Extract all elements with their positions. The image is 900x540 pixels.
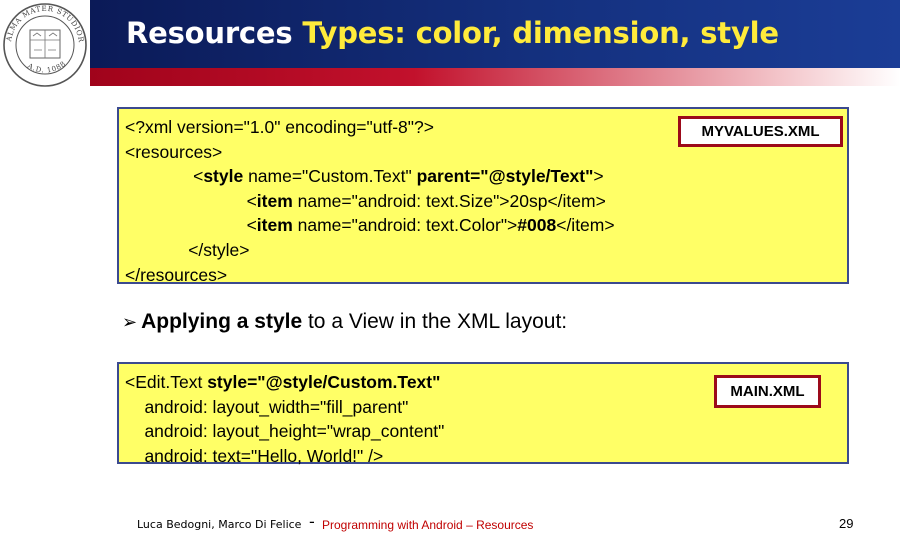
code-line: <style name="Custom.Text" parent="@style… [125, 164, 847, 189]
myvalues-file-label: MYVALUES.XML [678, 116, 843, 147]
code-keyword: style="@style/Custom.Text" [207, 372, 441, 392]
university-seal-logo: ALMA MATER STUDIORUM A.D. 1088 [0, 0, 90, 90]
code-text: name="android: text.Size">20sp</item> [292, 190, 606, 211]
code-text: > [593, 166, 604, 187]
code-text: name="android: text.Color"> [292, 215, 518, 236]
slide-title: Resources Types: color, dimension, style [126, 16, 779, 50]
code-text: android: text="Hello, World!" /> [125, 445, 384, 466]
code-text: </item> [556, 215, 615, 236]
code-text: </style> [125, 239, 250, 260]
code-text: <Edit.Text [125, 372, 208, 392]
code-text: android: layout_width="fill_parent" [125, 396, 409, 417]
code-text: <resources> [125, 141, 223, 162]
code-text: </resources> [125, 264, 228, 285]
code-line: android: layout_height="wrap_content" [125, 419, 847, 444]
main-xml-file-label: MAIN.XML [714, 375, 821, 408]
footer-course-title: Programming with Android – Resources [322, 518, 534, 532]
code-text: < [246, 190, 257, 211]
code-keyword: item [256, 190, 293, 211]
code-line: </style> [125, 238, 847, 263]
title-part-white: Resources [126, 16, 303, 50]
footer-authors: Luca Bedogni, Marco Di Felice [137, 518, 302, 531]
code-text: <?xml version="1.0" encoding="utf-8"?> [125, 117, 434, 137]
code-text: < [193, 166, 204, 187]
bullet-point: ➢ Applying a style to a View in the XML l… [122, 310, 567, 334]
bullet-text: to a View in the XML layout: [302, 310, 568, 333]
code-line: </resources> [125, 263, 847, 288]
code-keyword: style [203, 166, 244, 187]
code-keyword: parent="@style/Text" [416, 166, 594, 187]
footer-separator: - [309, 512, 315, 531]
code-line: <item name="android: text.Size">20sp</it… [125, 189, 847, 214]
page-number: 29 [839, 516, 854, 531]
title-accent-bar [90, 68, 900, 86]
code-text: < [246, 215, 257, 236]
code-keyword: #008 [517, 215, 557, 236]
bullet-bold-text: Applying a style [141, 310, 303, 333]
code-keyword: item [256, 215, 293, 236]
code-text: name="Custom.Text" [243, 166, 417, 187]
code-text: android: layout_height="wrap_content" [125, 421, 445, 442]
title-part-yellow: Types: color, dimension, style [302, 16, 779, 50]
code-line: android: text="Hello, World!" /> [125, 444, 847, 469]
code-line: <item name="android: text.Color">#008</i… [125, 213, 847, 238]
arrow-bullet-icon: ➢ [122, 312, 138, 333]
